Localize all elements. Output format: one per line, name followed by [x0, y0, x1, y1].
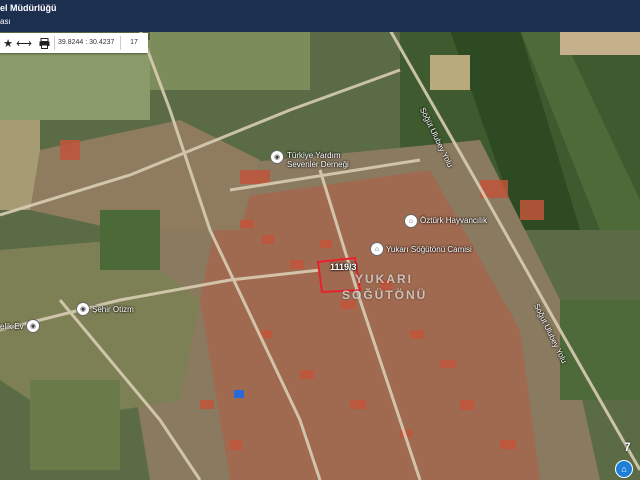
location-icon[interactable]: ⌂	[615, 460, 633, 478]
mosque-pin-icon[interactable]: ⌂	[370, 242, 384, 256]
poi-pin-icon[interactable]: ◉	[270, 150, 284, 164]
toolbar-divider	[120, 36, 121, 50]
area-label-line1: YUKARI	[355, 272, 414, 286]
poi-label-otizm[interactable]: Şehir Otizm	[92, 305, 134, 314]
map-toolbar: ★ ⟷ 39.8244 : 30.4237 17	[0, 33, 148, 53]
header-title: el Müdürlüğü	[0, 3, 57, 13]
poi-pin-icon[interactable]: ⌂	[404, 214, 418, 228]
corner-number: 7	[624, 440, 631, 454]
toolbar-divider	[54, 36, 55, 50]
area-label-line2: SÖĞÜTÖNÜ	[342, 288, 428, 302]
poi-pin-icon[interactable]: ◉	[76, 302, 90, 316]
app-header: el Müdürlüğü ası	[0, 0, 640, 32]
header-subtitle: ası	[0, 17, 11, 26]
coordinates-readout: 39.8244 : 30.4237	[58, 39, 115, 46]
poi-label-line: Türkiye Yardım	[287, 151, 341, 160]
poi-label-ozturk[interactable]: Öztürk Hayvancılık	[420, 216, 487, 225]
poi-label-elik-ev[interactable]: elik Ev	[0, 322, 24, 331]
parcel-label[interactable]: 1119/3	[330, 262, 357, 272]
poi-pin-icon[interactable]: ◉	[26, 319, 40, 333]
printer-icon[interactable]	[36, 35, 52, 51]
satellite-map[interactable]	[0, 0, 640, 480]
star-icon[interactable]: ★	[0, 35, 16, 51]
poi-label-line: Sevenler Derneği	[287, 160, 349, 169]
zoom-level: 17	[130, 39, 138, 46]
ruler-icon[interactable]: ⟷	[16, 35, 32, 51]
poi-label-tysd[interactable]: Türkiye Yardım Sevenler Derneği	[287, 151, 349, 169]
poi-label-mosque[interactable]: Yukarı Söğütönü Camisi	[386, 245, 472, 254]
